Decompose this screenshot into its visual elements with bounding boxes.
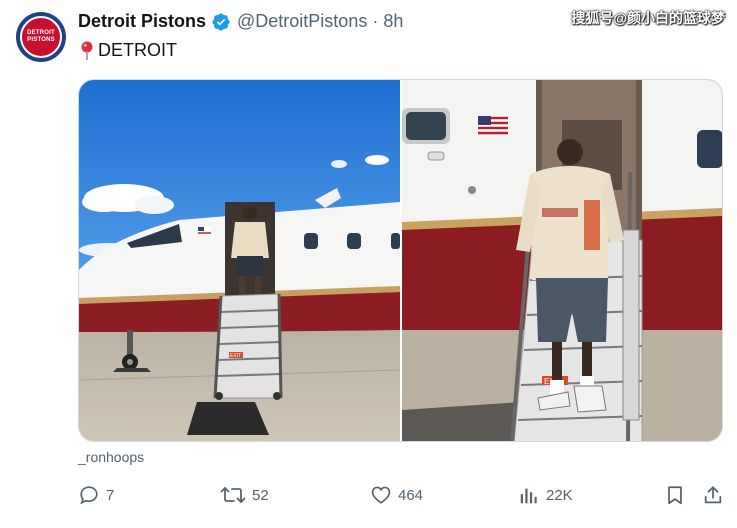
- like-button[interactable]: 464: [370, 484, 423, 506]
- repost-count: 52: [252, 486, 269, 504]
- reply-count: 7: [106, 486, 115, 504]
- action-bar: 7 52 464 22K: [78, 484, 723, 510]
- repost-icon: [220, 487, 246, 503]
- photo-2[interactable]: EXIT: [401, 80, 722, 441]
- heart-icon: [371, 486, 391, 504]
- location-text: DETROIT: [98, 40, 177, 60]
- avatar-text-bottom: PISTONS: [27, 37, 55, 43]
- views-button[interactable]: 22K: [518, 484, 573, 506]
- share-button[interactable]: [702, 484, 730, 506]
- avatar-text-top: DETROIT: [27, 30, 55, 36]
- watermark: 搜狐号@颜小白的篮球梦: [571, 10, 725, 26]
- bookmark-icon: [668, 486, 682, 505]
- reply-icon: [80, 486, 98, 505]
- tweet-header: Detroit Pistons @DetroitPistons · 8h: [78, 11, 403, 32]
- photo-1[interactable]: EXIT: [79, 80, 400, 441]
- round-pushpin-icon: [80, 41, 94, 61]
- verified-badge-icon[interactable]: [211, 12, 231, 32]
- view-count: 22K: [546, 486, 573, 504]
- media-gallery: EXIT: [78, 79, 723, 442]
- display-name[interactable]: Detroit Pistons: [78, 11, 206, 32]
- user-handle[interactable]: @DetroitPistons: [237, 11, 367, 32]
- timestamp[interactable]: 8h: [383, 11, 403, 32]
- tweet-text: DETROIT: [80, 40, 177, 61]
- pistons-logo: DETROIT PISTONS: [20, 16, 62, 58]
- repost-button[interactable]: 52: [220, 484, 269, 506]
- bookmark-button[interactable]: [664, 484, 692, 506]
- share-icon: [704, 486, 722, 504]
- photo-credit: _ronhoops: [78, 449, 145, 465]
- reply-button[interactable]: 7: [78, 484, 114, 506]
- avatar[interactable]: DETROIT PISTONS: [16, 12, 66, 62]
- views-chart-icon: [520, 488, 537, 504]
- separator-dot: ·: [372, 11, 379, 31]
- like-count: 464: [398, 486, 424, 504]
- stairs-exit-sign: EXIT: [230, 353, 241, 359]
